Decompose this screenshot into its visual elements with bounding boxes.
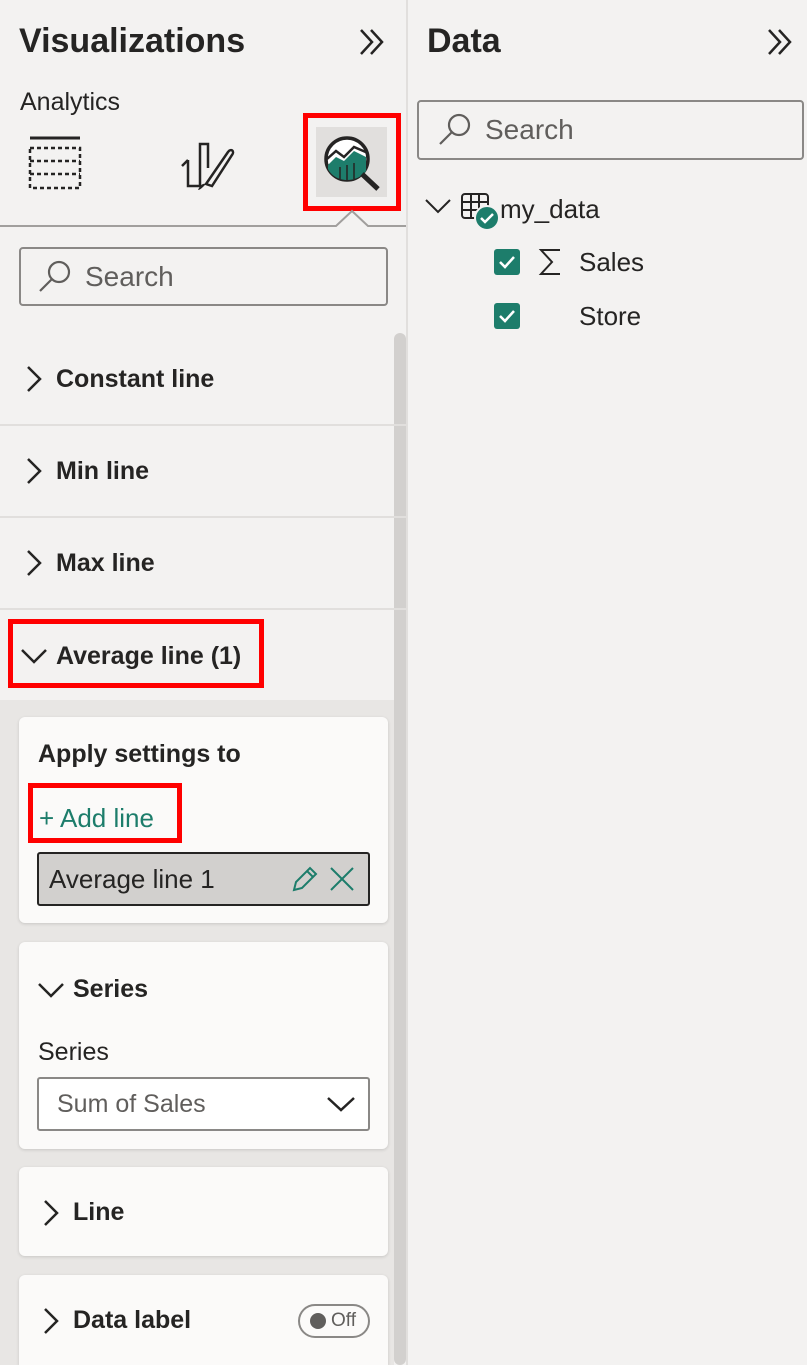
format-visual-button[interactable]: [176, 133, 238, 193]
line-header-label: Line: [73, 1198, 125, 1226]
line-header[interactable]: Line: [41, 1198, 124, 1227]
series-dropdown-value: Sum of Sales: [57, 1089, 206, 1118]
table-grid-icon: [28, 136, 82, 190]
analytics-highlight-box: [303, 113, 401, 211]
data-title: Data: [427, 22, 501, 60]
search-placeholder: Search: [85, 260, 174, 292]
chevron-right-icon: [44, 1199, 59, 1226]
search-icon: [39, 260, 71, 292]
data-pane: Data Search my_data Sales Store: [408, 0, 807, 1365]
collapse-visualizations-button[interactable]: [356, 26, 388, 63]
paintbrush-icon: [181, 142, 235, 190]
field-sales[interactable]: Sales: [494, 245, 794, 281]
field-name: Sales: [579, 247, 645, 277]
series-dropdown[interactable]: Sum of Sales: [37, 1077, 370, 1131]
toggle-label: Off: [331, 1310, 356, 1331]
section-label: Min line: [56, 456, 150, 485]
average-line-highlight-box: [8, 619, 264, 688]
section-label: Max line: [56, 548, 155, 577]
series-field-label: Series: [38, 1038, 109, 1066]
section-constant-line[interactable]: Constant line: [0, 334, 406, 426]
search-placeholder: Search: [485, 114, 574, 145]
average-line-item[interactable]: Average line 1: [37, 852, 370, 906]
visualizations-search[interactable]: Search: [19, 247, 388, 306]
series-header[interactable]: Series: [37, 975, 148, 1004]
visualizations-pane: Visualizations Analytics Search Constant…: [0, 0, 406, 1365]
data-label-header-label: Data label: [73, 1306, 192, 1334]
chevron-down-icon: [38, 982, 64, 998]
section-max-line[interactable]: Max line: [0, 518, 406, 610]
build-visual-button[interactable]: [24, 133, 86, 193]
field-sales-checkbox[interactable]: [494, 249, 520, 275]
table-node-my-data[interactable]: my_data: [424, 193, 764, 231]
line-item-label: Average line 1: [49, 863, 215, 894]
double-chevron-right-icon: [768, 29, 792, 55]
chevron-down-icon: [425, 199, 451, 214]
line-card[interactable]: Line: [19, 1167, 388, 1256]
double-chevron-right-icon: [360, 29, 384, 55]
series-card: Series Series Sum of Sales: [19, 942, 388, 1149]
data-label-card[interactable]: Data label Off: [19, 1275, 388, 1365]
chevron-down-icon: [327, 1097, 355, 1112]
section-min-line[interactable]: Min line: [0, 426, 406, 518]
tab-indicator: [0, 209, 406, 227]
checkmark-icon: [499, 256, 515, 269]
search-icon: [439, 113, 471, 145]
table-name: my_data: [500, 194, 600, 224]
series-header-label: Series: [73, 975, 149, 1003]
chevron-right-icon: [27, 550, 42, 576]
data-search[interactable]: Search: [417, 100, 804, 160]
apply-settings-title: Apply settings to: [38, 740, 241, 768]
visualizations-title: Visualizations: [19, 22, 246, 60]
chevron-right-icon: [27, 458, 42, 484]
pencil-icon[interactable]: [290, 864, 320, 894]
toggle-knob: [310, 1313, 326, 1329]
collapse-data-button[interactable]: [764, 26, 796, 63]
field-name: Store: [579, 301, 642, 331]
data-label-toggle[interactable]: Off: [298, 1304, 370, 1338]
close-icon[interactable]: [328, 865, 356, 893]
analytics-label: Analytics: [20, 88, 121, 116]
chevron-right-icon: [44, 1307, 59, 1334]
add-line-highlight-box: [28, 783, 182, 843]
data-label-header[interactable]: Data label: [41, 1306, 191, 1335]
checkmark-icon: [499, 310, 515, 323]
section-label: Constant line: [56, 364, 215, 393]
sigma-icon: [538, 249, 560, 275]
field-store[interactable]: Store: [494, 299, 794, 335]
chevron-right-icon: [27, 366, 42, 392]
field-store-checkbox[interactable]: [494, 303, 520, 329]
